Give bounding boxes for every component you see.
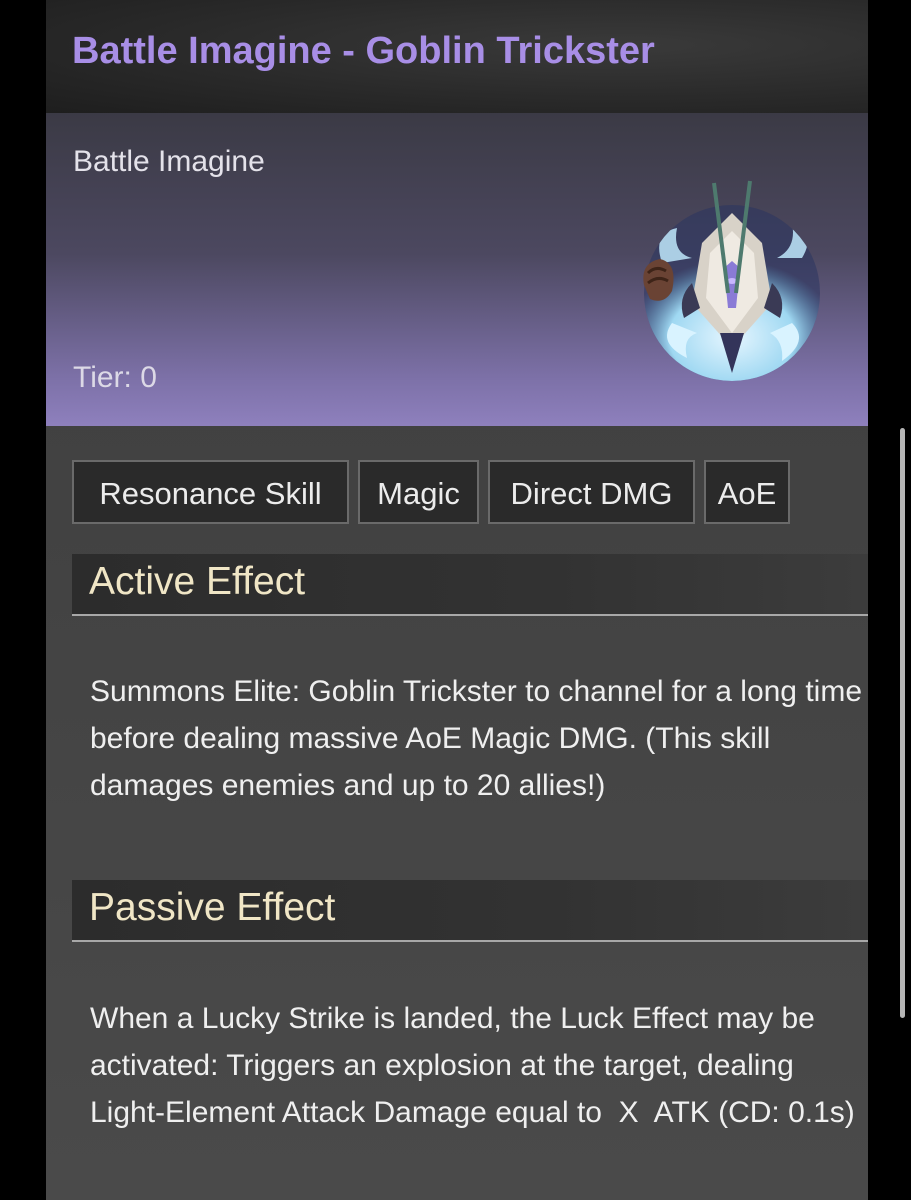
scrollbar[interactable] — [900, 428, 905, 1018]
item-type-label: Battle Imagine — [73, 145, 265, 178]
passive-effect-title: Passive Effect — [89, 886, 336, 929]
page-title: Battle Imagine - Goblin Trickster — [72, 30, 655, 72]
tag-resonance-skill: Resonance Skill — [72, 460, 349, 524]
passive-effect-header: Passive Effect — [72, 880, 868, 942]
tier-label: Tier: 0 — [73, 361, 157, 394]
detail-header: Battle Imagine - Goblin Trickster — [46, 0, 868, 113]
tag-direct-dmg: Direct DMG — [488, 460, 695, 524]
hero-card: Battle Imagine Tier: 0 — [46, 113, 868, 426]
tag-magic: Magic — [358, 460, 479, 524]
tag-aoe: AoE — [704, 460, 790, 524]
active-effect-title: Active Effect — [89, 560, 306, 603]
active-effect-header: Active Effect — [72, 554, 868, 616]
passive-effect-description: When a Lucky Strike is landed, the Luck … — [90, 1002, 855, 1129]
active-effect-description: Summons Elite: Goblin Trickster to chann… — [90, 675, 863, 802]
item-detail-panel: Battle Imagine - Goblin Trickster Battle… — [46, 0, 868, 1200]
goblin-trickster-portrait-icon — [643, 180, 820, 381]
